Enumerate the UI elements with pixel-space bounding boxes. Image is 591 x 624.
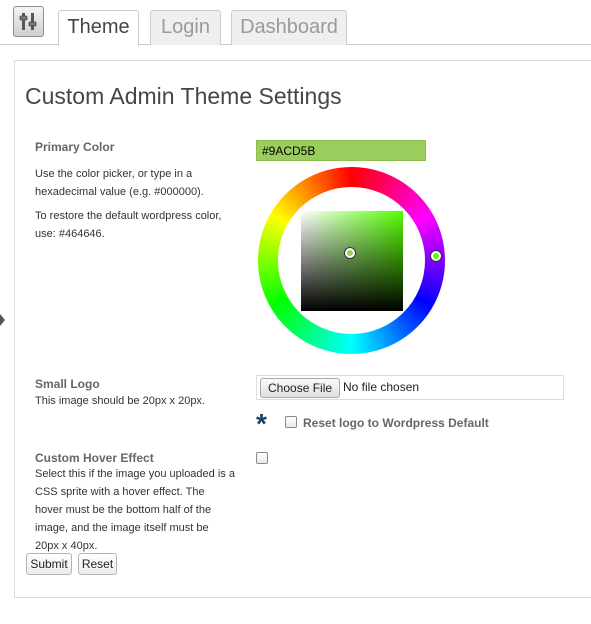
saturation-marker[interactable]	[345, 248, 355, 258]
reset-logo-label[interactable]: Reset logo to Wordpress Default	[303, 416, 489, 430]
page-title: Custom Admin Theme Settings	[25, 83, 342, 109]
small-logo-description: This image should be 20px x 20px.	[35, 395, 205, 407]
hue-marker[interactable]	[431, 251, 441, 261]
tab-dashboard-label: Dashboard	[240, 16, 338, 38]
small-logo-label: Small Logo	[35, 377, 100, 391]
submit-button[interactable]: Submit	[26, 553, 72, 575]
triangle-right-icon	[0, 314, 5, 326]
logo-file-input[interactable]: Choose File No file chosen	[256, 375, 564, 400]
primary-color-label: Primary Color	[35, 140, 115, 154]
reset-logo-checkbox[interactable]	[285, 416, 297, 428]
choose-file-button[interactable]: Choose File	[260, 378, 341, 398]
primary-color-description: Use the color picker, or type in a hexad…	[35, 168, 204, 198]
hover-effect-description: Select this if the image you uploaded is…	[35, 468, 235, 552]
primary-color-default-note: To restore the default wordpress color, …	[35, 210, 222, 240]
reset-button[interactable]: Reset	[78, 553, 117, 575]
tab-login-label: Login	[161, 16, 210, 38]
saturation-lightness-square[interactable]	[301, 211, 403, 311]
tab-login[interactable]: Login	[150, 10, 221, 45]
asterisk-icon: *	[256, 408, 267, 439]
tab-theme[interactable]: Theme	[58, 10, 139, 46]
file-status-text: No file chosen	[343, 380, 420, 394]
tab-dashboard[interactable]: Dashboard	[231, 10, 347, 45]
primary-color-hex-input[interactable]	[256, 140, 426, 161]
tab-theme-label: Theme	[67, 16, 130, 38]
hover-effect-label: Custom Hover Effect	[35, 451, 154, 465]
hover-effect-checkbox[interactable]	[256, 452, 268, 464]
settings-sliders-icon[interactable]	[13, 6, 44, 37]
